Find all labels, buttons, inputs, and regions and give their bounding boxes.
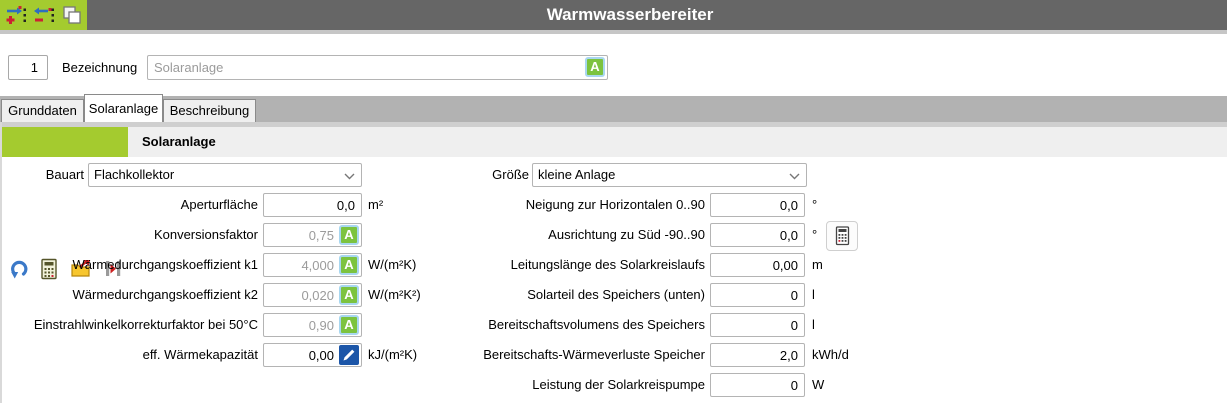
delete-record-icon[interactable] (33, 4, 55, 26)
page-title: Warmwasserbereiter (87, 0, 1227, 30)
auto-value-button[interactable]: A (585, 57, 605, 77)
ausrichtung-label: Ausrichtung zu Süd -90..90 (440, 223, 705, 247)
waermeverluste-input[interactable] (710, 343, 805, 367)
tab-solaranlage[interactable]: Solaranlage (84, 94, 163, 122)
groesse-selected-value: kleine Anlage (538, 167, 615, 182)
k1-unit: W/(m²K) (368, 253, 416, 277)
section-title: Solaranlage (142, 127, 216, 157)
auto-value-button[interactable]: A (339, 225, 359, 245)
einstrahlwinkel-label: Einstrahlwinkelkorrekturfaktor bei 50°C (0, 313, 258, 337)
waermekapazitaet-label: eff. Wärmekapazität (0, 343, 258, 367)
title-bar: Warmwasserbereiter (0, 0, 1227, 30)
groesse-select[interactable]: kleine Anlage (532, 163, 807, 187)
solarteil-input[interactable] (710, 283, 805, 307)
bezeichnung-label: Bezeichnung (62, 55, 137, 80)
bereitschaftsvolumen-unit: l (812, 313, 815, 337)
ausrichtung-input[interactable] (710, 223, 805, 247)
edit-pencil-icon[interactable] (339, 345, 359, 365)
solarteil-label: Solarteil des Speichers (unten) (440, 283, 705, 307)
neigung-unit: ° (812, 193, 817, 217)
k1-label: Wärmedurchgangskoeffizient k1 (0, 253, 258, 277)
waermeverluste-label: Bereitschafts-Wärmeverluste Speicher (440, 343, 705, 367)
konversionsfaktor-label: Konversionsfaktor (0, 223, 258, 247)
aperturflaeche-label: Aperturfläche (0, 193, 258, 217)
warmwasserbereiter-window: Warmwasserbereiter Bezeichnung A Grundda… (0, 0, 1227, 403)
chevron-down-icon (789, 173, 800, 180)
groesse-label: Größe (300, 163, 529, 187)
neigung-input[interactable] (710, 193, 805, 217)
bereitschaftsvolumen-input[interactable] (710, 313, 805, 337)
k2-label: Wärmedurchgangskoeffizient k2 (0, 283, 258, 307)
bauart-label: Bauart (0, 163, 84, 187)
add-record-icon[interactable] (5, 4, 27, 26)
calculator-icon (834, 226, 851, 246)
leitungslaenge-label: Leitungslänge des Solarkreislaufs (440, 253, 705, 277)
ausrichtung-unit: ° (812, 223, 817, 247)
aperturflaeche-input[interactable] (263, 193, 362, 217)
pumpenleistung-input[interactable] (710, 373, 805, 397)
leitungslaenge-input[interactable] (710, 253, 805, 277)
calculator-button[interactable] (826, 221, 858, 251)
aperturflaeche-unit: m² (368, 193, 383, 217)
auto-value-button[interactable]: A (339, 315, 359, 335)
pumpenleistung-label: Leistung der Solarkreispumpe (440, 373, 705, 397)
record-toolbar (0, 0, 87, 30)
bauart-selected-value: Flachkollektor (94, 167, 174, 182)
k2-unit: W/(m²K²) (368, 283, 421, 307)
auto-value-button[interactable]: A (339, 255, 359, 275)
leitungslaenge-unit: m (812, 253, 823, 277)
tab-grunddaten[interactable]: Grunddaten (1, 99, 84, 122)
header-divider (0, 30, 1227, 34)
neigung-label: Neigung zur Horizontalen 0..90 (440, 193, 705, 217)
section-toolbar (0, 127, 128, 157)
bezeichnung-input[interactable] (147, 55, 608, 80)
bereitschaftsvolumen-label: Bereitschaftsvolumens des Speichers (440, 313, 705, 337)
pumpenleistung-unit: W (812, 373, 824, 397)
auto-value-button[interactable]: A (339, 285, 359, 305)
tab-beschreibung[interactable]: Beschreibung (163, 99, 256, 122)
copy-record-icon[interactable] (61, 4, 83, 26)
record-number-field[interactable] (8, 55, 48, 80)
solarteil-unit: l (812, 283, 815, 307)
waermekapazitaet-unit: kJ/(m²K) (368, 343, 417, 367)
waermeverluste-unit: kWh/d (812, 343, 849, 367)
